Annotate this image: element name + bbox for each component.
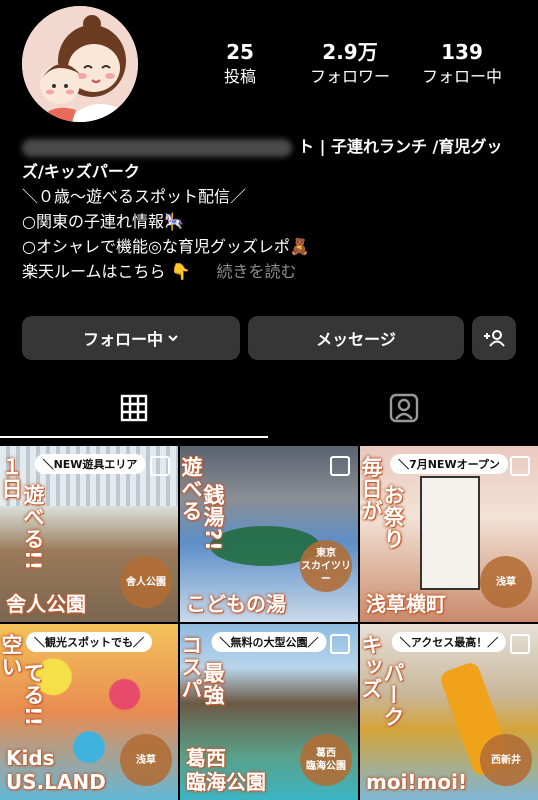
followers-count: 2.9万	[322, 40, 378, 64]
post-tile[interactable]: ＼アクセス最高！／ キッズ パーク moi!moi! 西新井	[360, 624, 538, 800]
profile-bio: ト | 子連れランチ /育児グッ ズ/キッズパーク ＼０歳〜遊べるスポット配信／…	[22, 134, 522, 284]
post-badge: ＼観光スポットでも／	[26, 632, 152, 652]
following-count: 139	[441, 40, 483, 64]
tagged-person-icon	[389, 393, 419, 423]
message-button[interactable]: メッセージ	[248, 316, 464, 360]
post-badge: ＼7月NEWオープン	[390, 454, 508, 474]
location-badge: 東京 スカイツリー	[300, 540, 352, 592]
read-more-link[interactable]: 続きを読む	[217, 262, 297, 281]
post-title-b: てる!!	[21, 662, 45, 728]
post-tile[interactable]: 遊べる 銭湯?! こどもの湯 東京 スカイツリー	[180, 446, 358, 622]
location-badge: 舎人公園	[120, 556, 172, 608]
post-title-a: 遊べる	[180, 456, 203, 522]
posts-count: 25	[226, 40, 254, 64]
post-grid: ＼NEW遊具エリア １日 遊べる!! 舎人公園 舎人公園 遊べる 銭湯?! こど…	[0, 446, 538, 800]
post-title-b: 最強	[201, 662, 225, 706]
post-badge: ＼NEW遊具エリア	[34, 454, 146, 474]
post-title-b: 銭湯?!	[201, 484, 225, 552]
bio-line-4: 楽天ルームはこちら 👇 続きを読む	[22, 259, 522, 284]
avatar-illustration	[22, 6, 138, 122]
bio-line-2: ○関東の子連れ情報🎠	[22, 212, 184, 231]
post-badge: ＼アクセス最高！／	[391, 632, 507, 652]
carousel-icon	[510, 456, 530, 476]
grid-icon	[120, 394, 148, 422]
following-button-label: フォロー中	[82, 330, 163, 349]
followers-label: フォロワー	[309, 67, 390, 86]
tab-grid[interactable]	[0, 378, 268, 438]
stat-posts[interactable]: 25 投稿	[205, 40, 275, 88]
blurred-name	[22, 138, 292, 157]
profile-tabs	[0, 378, 538, 440]
message-button-label: メッセージ	[316, 330, 396, 349]
post-place: 舎人公園	[6, 592, 86, 616]
following-button[interactable]: フォロー中	[22, 316, 240, 360]
post-badge: ＼無料の大型公園／	[211, 632, 327, 652]
post-title-a: キッズ	[360, 634, 383, 700]
rakuten-room-text: 楽天ルームはこちら 👇	[22, 262, 191, 281]
post-tile[interactable]: ＼無料の大型公園／ コスパ 最強 葛西 臨海公園 葛西 臨海公園	[180, 624, 358, 800]
carousel-icon	[330, 456, 350, 476]
add-person-icon	[483, 329, 505, 347]
profile-name: ト | 子連れランチ /育児グッ	[22, 134, 522, 159]
post-title-a: コスパ	[180, 634, 203, 700]
post-place: moi!moi!	[366, 770, 468, 794]
tab-tagged[interactable]	[270, 378, 538, 438]
bio-line-1: ＼０歳〜遊べるスポット配信／	[22, 187, 247, 206]
suggest-people-button[interactable]	[472, 316, 516, 360]
profile-name-visible: ト | 子連れランチ /育児グッ	[298, 137, 503, 156]
post-title-b: お祭り	[381, 484, 405, 550]
post-title-b: 遊べる!!	[21, 484, 45, 572]
post-title-a: １日	[0, 456, 23, 500]
post-tile[interactable]: ＼NEW遊具エリア １日 遊べる!! 舎人公園 舎人公園	[0, 446, 178, 622]
following-label: フォロー中	[421, 67, 502, 86]
post-tile[interactable]: ＼観光スポットでも／ 空い てる!! Kids US.LAND 浅草	[0, 624, 178, 800]
chevron-down-icon	[167, 332, 179, 344]
location-badge: 葛西 臨海公園	[300, 734, 352, 786]
post-tile[interactable]: ＼7月NEWオープン 毎日が お祭り 浅草横町 浅草	[360, 446, 538, 622]
post-title-b: パーク	[381, 662, 405, 728]
location-badge: 浅草	[480, 556, 532, 608]
post-title-a: 空い	[0, 634, 23, 678]
profile-name-line2: ズ/キッズパーク	[22, 162, 140, 181]
location-badge: 西新井	[480, 734, 532, 786]
stat-followers[interactable]: 2.9万 フォロワー	[300, 40, 400, 88]
carousel-icon	[330, 634, 350, 654]
post-place: Kids US.LAND	[6, 746, 106, 794]
active-tab-indicator	[0, 436, 268, 438]
profile-avatar[interactable]	[22, 6, 138, 122]
posts-label: 投稿	[223, 67, 256, 86]
post-place: こどもの湯	[186, 592, 286, 616]
carousel-icon	[510, 634, 530, 654]
post-place: 葛西 臨海公園	[186, 746, 266, 794]
post-title-a: 毎日が	[360, 456, 383, 522]
post-place: 浅草横町	[366, 592, 446, 616]
carousel-icon	[150, 456, 170, 476]
bio-line-3: ○オシャレで機能◎な育児グッズレポ🧸	[22, 237, 310, 256]
stat-following[interactable]: 139 フォロー中	[412, 40, 512, 88]
location-badge: 浅草	[120, 734, 172, 786]
